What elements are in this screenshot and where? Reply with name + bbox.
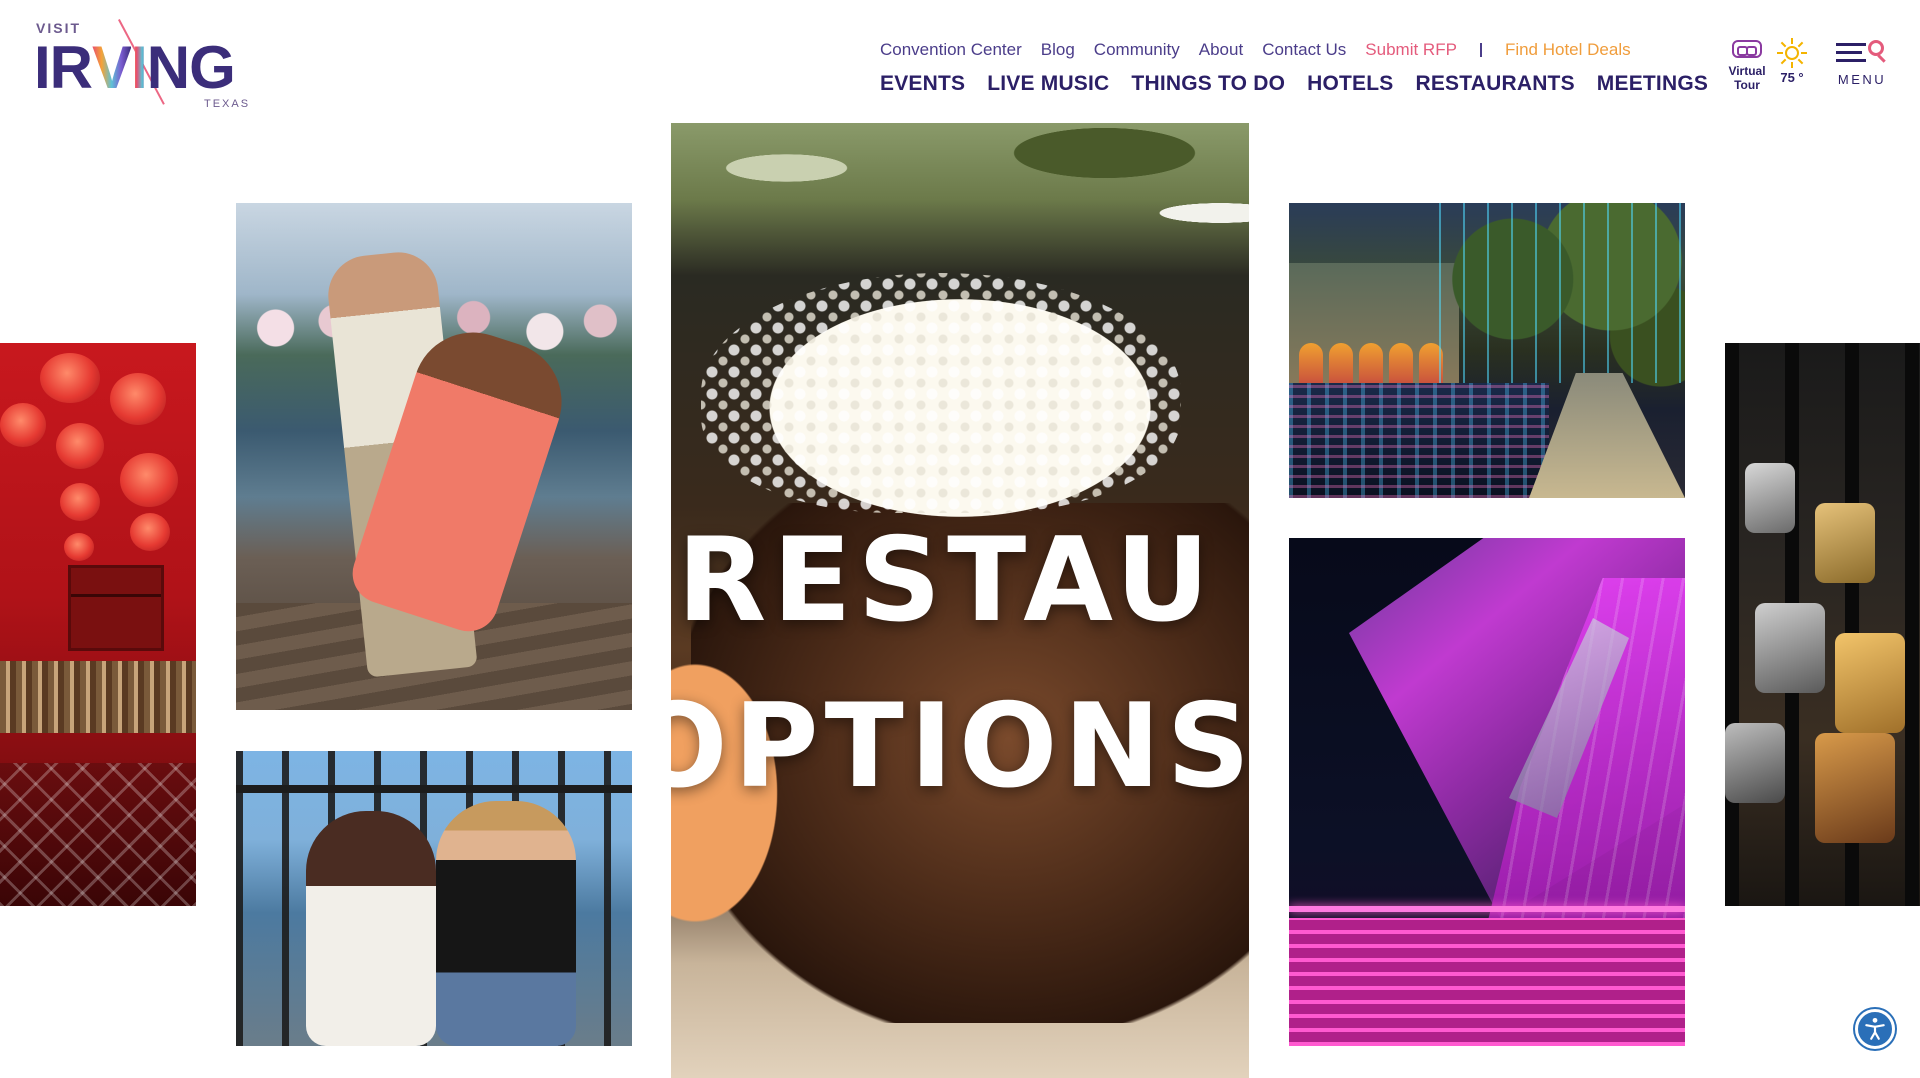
temperature-readout: 75 ° bbox=[1780, 70, 1804, 85]
canal-night-photo[interactable] bbox=[1289, 203, 1685, 498]
main-nav: EVENTS LIVE MUSIC THINGS TO DO HOTELS RE… bbox=[880, 72, 1708, 96]
menu-button[interactable]: MENU bbox=[1834, 40, 1890, 87]
nav-events[interactable]: EVENTS bbox=[880, 72, 965, 96]
sun-icon bbox=[1777, 38, 1807, 68]
nav-live-music[interactable]: LIVE MUSIC bbox=[987, 72, 1109, 96]
nav-hotels[interactable]: HOTELS bbox=[1307, 72, 1393, 96]
logo-letter: G bbox=[189, 34, 236, 101]
love-locks-photo[interactable] bbox=[1725, 343, 1920, 906]
utility-nav: Convention Center Blog Community About C… bbox=[880, 40, 1631, 60]
nav-contact-us[interactable]: Contact Us bbox=[1262, 40, 1346, 60]
red-lounge-photo[interactable] bbox=[0, 343, 196, 906]
nav-restaurants[interactable]: RESTAURANTS bbox=[1415, 72, 1574, 96]
accessibility-icon bbox=[1865, 1017, 1885, 1040]
video-caption-line-1: RESTAU bbox=[677, 513, 1216, 648]
virtual-tour-label: Virtual Tour bbox=[1728, 64, 1766, 92]
visit-irving-logo[interactable]: VISIT I R V I N G TEXAS bbox=[34, 18, 260, 112]
purple-building-photo[interactable] bbox=[1289, 538, 1685, 1046]
logo-letter: I bbox=[131, 34, 148, 101]
virtual-tour-button[interactable]: Virtual Tour bbox=[1722, 40, 1772, 92]
video-caption-line-2: OPTIONS bbox=[671, 679, 1249, 814]
nav-blog[interactable]: Blog bbox=[1041, 40, 1075, 60]
sitting-couple-photo[interactable] bbox=[236, 751, 632, 1046]
weather-widget: 75 ° bbox=[1770, 38, 1814, 85]
menu-label: MENU bbox=[1837, 72, 1887, 87]
logo-letter: I bbox=[34, 34, 51, 101]
logo-letter: V bbox=[92, 34, 132, 101]
accessibility-button[interactable] bbox=[1855, 1009, 1895, 1049]
nav-convention-center[interactable]: Convention Center bbox=[880, 40, 1022, 60]
hamburger-search-icon bbox=[1836, 40, 1888, 68]
dancing-couple-photo[interactable] bbox=[236, 203, 632, 710]
nav-find-hotel-deals[interactable]: Find Hotel Deals bbox=[1505, 40, 1631, 60]
restaurant-options-video[interactable]: RESTAU OPTIONS bbox=[671, 123, 1249, 1078]
virtual-tour-goggles-icon bbox=[1732, 40, 1762, 58]
logo-letter: R bbox=[49, 34, 93, 101]
hamburger-icon bbox=[1836, 43, 1866, 46]
site-header: VISIT I R V I N G TEXAS Convention Cente… bbox=[0, 0, 1920, 122]
nav-divider bbox=[1479, 43, 1482, 57]
nav-community[interactable]: Community bbox=[1094, 40, 1180, 60]
logo-texas-text: TEXAS bbox=[204, 98, 251, 110]
nav-submit-rfp[interactable]: Submit RFP bbox=[1365, 40, 1457, 60]
logo-letter: N bbox=[146, 34, 190, 101]
nav-things-to-do[interactable]: THINGS TO DO bbox=[1131, 72, 1285, 96]
nav-meetings[interactable]: MEETINGS bbox=[1597, 72, 1708, 96]
logo-wordmark: I R V I N G bbox=[34, 34, 236, 101]
search-icon bbox=[1868, 40, 1884, 56]
nav-about[interactable]: About bbox=[1199, 40, 1243, 60]
